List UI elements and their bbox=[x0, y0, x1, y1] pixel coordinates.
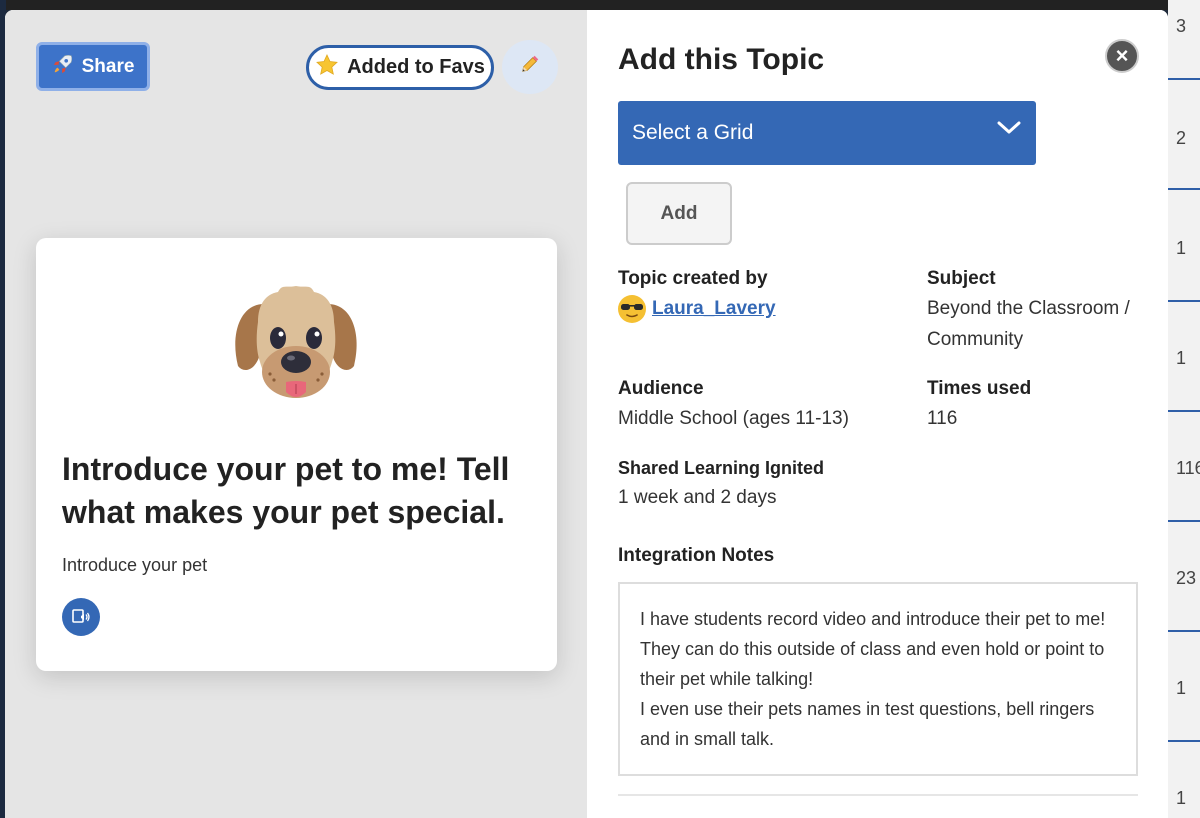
background-count: 1 bbox=[1176, 348, 1187, 368]
shared-learning-value: 1 week and 2 days bbox=[618, 487, 777, 508]
top-bar bbox=[0, 0, 1200, 10]
background-count: 1 bbox=[1176, 238, 1187, 258]
share-label: Share bbox=[81, 55, 135, 77]
audience-label: Audience bbox=[618, 378, 704, 399]
background-row-divider bbox=[1168, 300, 1200, 302]
background-count: 23 bbox=[1176, 568, 1197, 588]
times-used-value: 116 bbox=[927, 408, 958, 429]
background-list: 3 2 1 1 116 23 1 1 bbox=[1168, 0, 1200, 818]
background-row-divider bbox=[1168, 630, 1200, 632]
background-row-divider bbox=[1168, 188, 1200, 190]
notes-line: I even use their pets names in test ques… bbox=[640, 699, 1095, 719]
pencil-icon bbox=[519, 53, 541, 81]
notes-line: and in small talk. bbox=[640, 729, 775, 749]
dog-emoji-icon bbox=[226, 274, 366, 414]
subject-value-line-2: Community bbox=[927, 329, 1024, 350]
creator-link-group: Laura_Lavery bbox=[618, 295, 776, 323]
share-button[interactable]: Share bbox=[36, 42, 150, 91]
created-by-label: Topic created by bbox=[618, 268, 768, 289]
audience-value: Middle School (ages 11-13) bbox=[618, 408, 849, 429]
section-divider bbox=[618, 794, 1138, 796]
notes-line: They can do this outside of class and ev… bbox=[640, 639, 1105, 659]
background-row-divider bbox=[1168, 410, 1200, 412]
shared-learning-label: Shared Learning Ignited bbox=[618, 458, 825, 478]
audio-icon[interactable] bbox=[62, 598, 100, 636]
times-used-label: Times used bbox=[927, 378, 1032, 399]
panel-title: Add this Topic bbox=[618, 43, 825, 76]
rocket-icon bbox=[52, 53, 74, 81]
topic-description: Introduce your pet bbox=[62, 555, 208, 575]
subject-label: Subject bbox=[927, 268, 996, 289]
notes-line: I have students record video and introdu… bbox=[640, 609, 1106, 629]
close-icon: × bbox=[1115, 43, 1129, 68]
background-row-divider bbox=[1168, 520, 1200, 522]
background-count: 2 bbox=[1176, 128, 1187, 148]
topic-title: Introduce your pet to me! Tell what make… bbox=[62, 451, 510, 530]
sunglasses-emoji-icon bbox=[618, 295, 646, 323]
close-button[interactable]: × bbox=[1105, 39, 1139, 73]
topic-card: Introduce your pet to me! Tell what make… bbox=[36, 238, 557, 671]
grid-select-value: Select a Grid bbox=[632, 121, 754, 144]
creator-link[interactable]: Laura_Lavery bbox=[652, 298, 776, 320]
background-count: 1 bbox=[1176, 788, 1187, 808]
background-row-divider bbox=[1168, 740, 1200, 742]
background-row-divider bbox=[1168, 78, 1200, 80]
chevron-down-icon bbox=[996, 119, 1022, 137]
topic-modal: Share Added to Favs Introduce your pet t… bbox=[5, 10, 1168, 818]
edit-button[interactable] bbox=[502, 40, 558, 94]
integration-notes-label: Integration Notes bbox=[618, 545, 775, 566]
background-count: 116 bbox=[1176, 458, 1200, 478]
topic-preview-pane: Share Added to Favs Introduce your pet t… bbox=[5, 10, 587, 818]
grid-select-dropdown[interactable]: Select a Grid bbox=[618, 101, 1036, 165]
add-button[interactable]: Add bbox=[626, 182, 732, 245]
add-topic-pane: Add this Topic × Select a Grid Add Topic… bbox=[587, 10, 1168, 818]
notes-line: their pet while talking! bbox=[640, 669, 814, 689]
subject-value-line-1: Beyond the Classroom / bbox=[927, 298, 1130, 319]
integration-notes-box: I have students record video and introdu… bbox=[618, 582, 1138, 776]
star-icon bbox=[315, 53, 339, 83]
background-count: 1 bbox=[1176, 678, 1187, 698]
favorites-label: Added to Favs bbox=[347, 56, 485, 78]
favorites-button[interactable]: Added to Favs bbox=[306, 45, 494, 90]
background-count: 3 bbox=[1176, 16, 1187, 36]
